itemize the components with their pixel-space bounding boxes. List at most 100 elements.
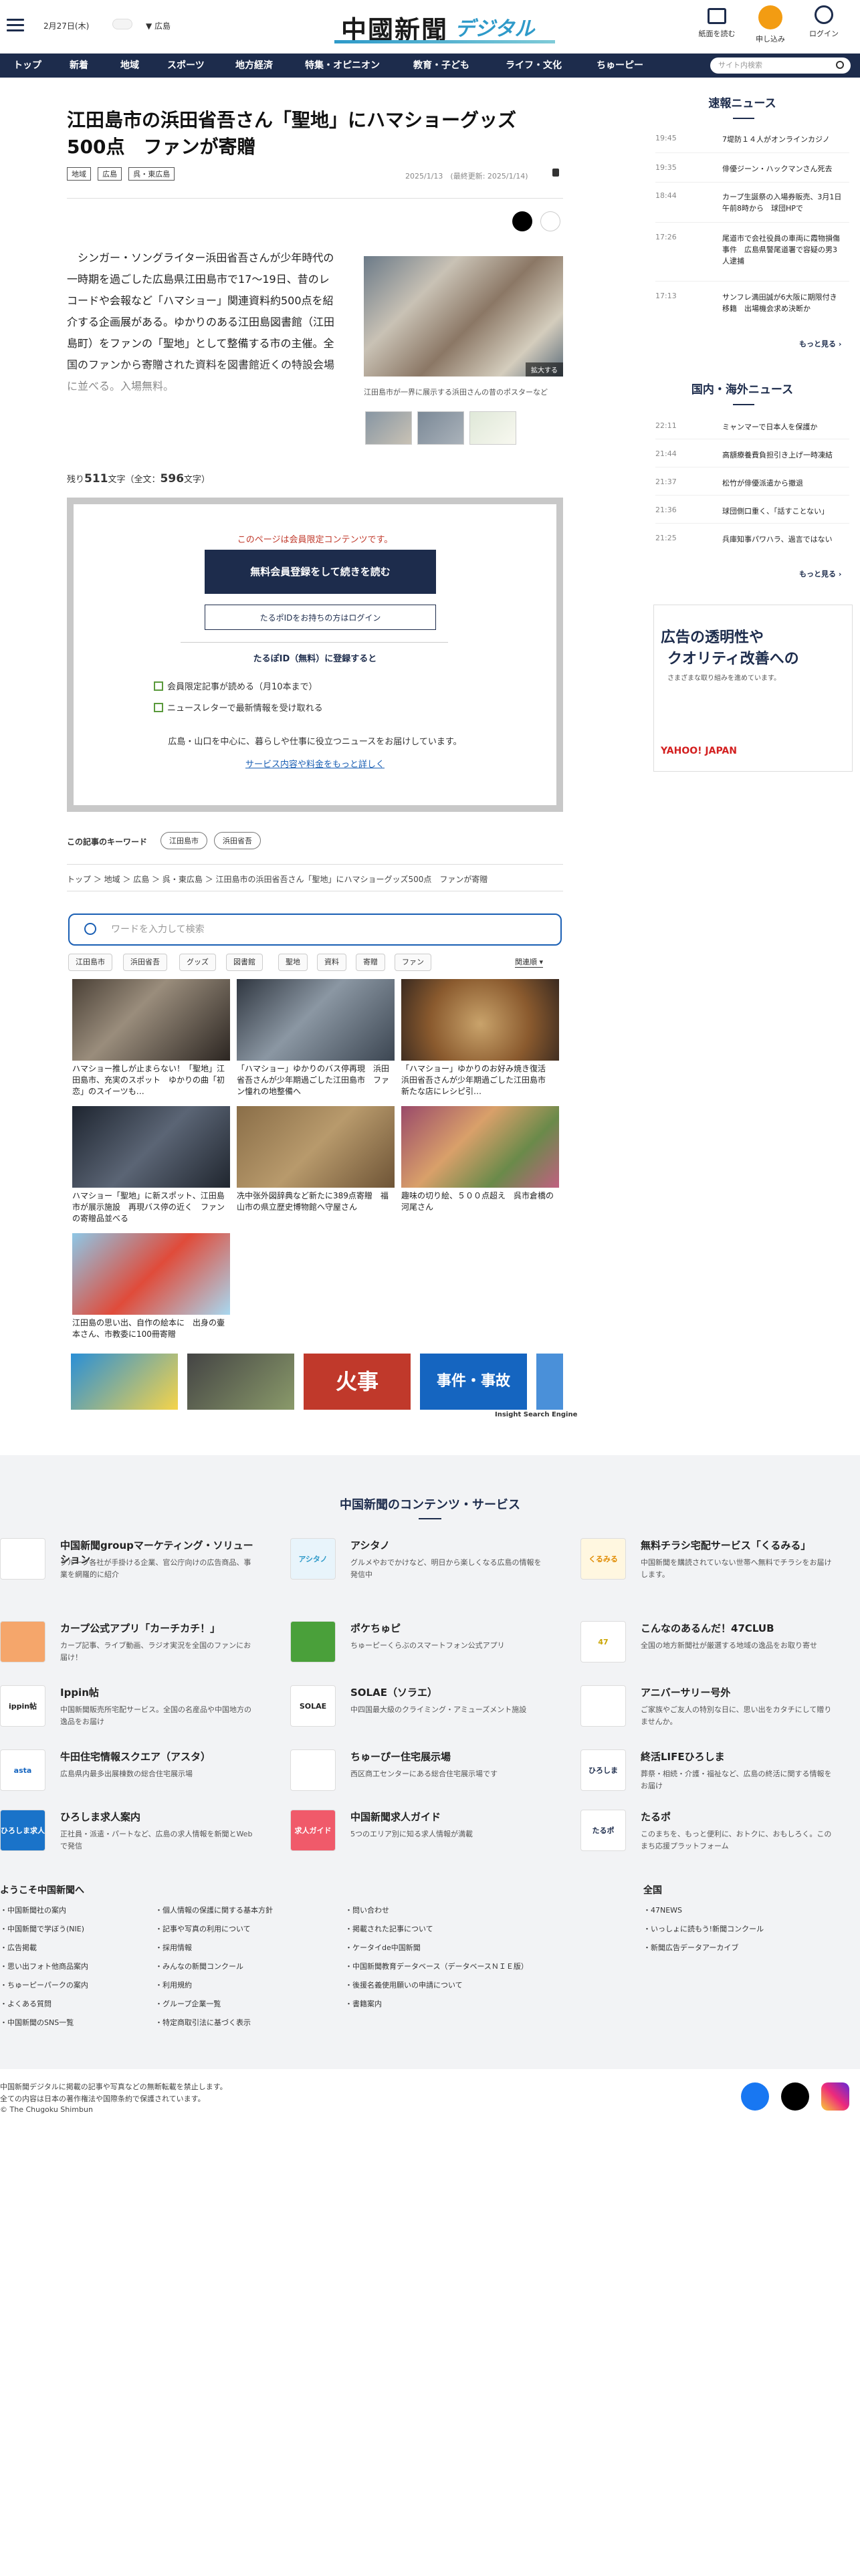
footer-link[interactable]: ・特定商取引法に基づく表示 xyxy=(155,2017,251,2028)
related-card[interactable]: 冼中张外図辞典など新たに389点寄贈 福山市の県立歴史博物館へ守屋さん xyxy=(237,1106,395,1213)
card-title: 「ハマショー」ゆかりのバス停再現 浜田省吾さんが少年期過ごした江田島市 ファン憧… xyxy=(237,1064,390,1096)
footer-link[interactable]: ・みんなの新聞コンクール xyxy=(155,1961,243,1971)
article-photo[interactable]: 拡大する xyxy=(364,256,563,377)
incident-banner[interactable]: 事件・事故 xyxy=(420,1354,527,1410)
check-icon xyxy=(154,703,163,712)
instagram-icon[interactable] xyxy=(821,2082,849,2111)
footer-link[interactable]: ・中国新聞で学ぼう(NIE) xyxy=(0,1923,84,1934)
search-chip[interactable]: 図書館 xyxy=(226,954,263,971)
site-search-input[interactable]: サイト内検索 xyxy=(710,58,851,74)
footer-link[interactable]: ・47NEWS xyxy=(643,1905,682,1915)
login-link-button[interactable]: たるポIDをお持ちの方はログイン xyxy=(205,605,436,630)
search-chip[interactable]: 資料 xyxy=(317,954,346,971)
search-chip[interactable]: 聖地 xyxy=(278,954,308,971)
search-chip[interactable]: 浜田省吾 xyxy=(123,954,167,971)
login-button[interactable]: ログイン xyxy=(797,5,851,39)
footer-link[interactable]: ・中国新聞のSNS一覧 xyxy=(0,2017,74,2028)
logo-sub: デジタル xyxy=(455,17,535,41)
tag-kure[interactable]: 呉・東広島 xyxy=(128,167,175,181)
related-card[interactable]: 「ハマショー」ゆかりのお好み焼き復活 浜田省吾さんが少年期過ごした江田島市 新た… xyxy=(401,979,559,1097)
nav-opinion[interactable]: 特集・オピニオン xyxy=(297,53,388,78)
related-card[interactable]: ハマショー推しが止まらない！「聖地」江田島市、充実のスポット ゆかりの曲「初恋」… xyxy=(72,979,230,1097)
search-chip[interactable]: ファン xyxy=(395,954,431,971)
related-search-input[interactable]: ワードを入力して検索 xyxy=(68,914,562,946)
main-nav: トップ 新着 地域 スポーツ 地方経済 特集・オピニオン 教育・子ども ライフ・… xyxy=(0,53,860,78)
related-card[interactable]: 「ハマショー」ゆかりのバス停再現 浜田省吾さんが少年期過ごした江田島市 ファン憧… xyxy=(237,979,395,1097)
footer-link[interactable]: ・中国新聞教育データベース（データベースＮＩＥ版） xyxy=(345,1961,528,1971)
service-desc: 5つのエリア別に知る求人情報が満載 xyxy=(350,1830,473,1838)
footer-link[interactable]: ・利用規約 xyxy=(155,1979,192,1990)
card-title: 冼中张外図辞典など新たに389点寄贈 福山市の県立歴史博物館へ守屋さん xyxy=(237,1191,389,1212)
footer-link[interactable]: ・後援名義使用願いの申請について xyxy=(345,1979,463,1990)
nav-sports[interactable]: スポーツ xyxy=(159,53,213,78)
banner[interactable] xyxy=(187,1354,294,1410)
fire-banner[interactable]: 火事 xyxy=(304,1354,411,1410)
nav-region[interactable]: 地域 xyxy=(112,53,147,78)
newspaper-button[interactable]: 紙面を読む xyxy=(690,5,744,39)
region-selector[interactable]: ▼ 広島 xyxy=(146,20,171,31)
link-copy-icon[interactable] xyxy=(540,211,560,231)
banner[interactable] xyxy=(71,1354,178,1410)
news-title: カープ生誕祭の入場券販売、3月1日午前8時から 球団HPで xyxy=(722,193,842,213)
footer-link[interactable]: ・グループ企業一覧 xyxy=(155,1998,221,2009)
register-button[interactable]: 無料会員登録をして続きを読む xyxy=(205,550,436,594)
footer-link[interactable]: ・思い出フォト他商品案内 xyxy=(0,1961,88,1971)
keyword-chip[interactable]: 浜田省吾 xyxy=(214,832,261,849)
related-card[interactable]: 趣味の切り絵、５００点超え 呉市倉橋の河尾さん xyxy=(401,1106,559,1213)
footer-link[interactable]: ・採用情報 xyxy=(155,1942,192,1953)
nav-chupy[interactable]: ちゅーピー xyxy=(588,53,651,78)
nav-education[interactable]: 教育・子ども xyxy=(405,53,477,78)
footer-link[interactable]: ・掲載された記事について xyxy=(345,1923,433,1934)
breadcrumb[interactable]: トップ ＞ 地域 ＞ 広島 ＞ 呉・東広島 ＞ 江田島市の浜田省吾さん「聖地」に… xyxy=(67,873,488,885)
footer-link[interactable]: ・個人情報の保護に関する基本方針 xyxy=(155,1905,273,1915)
nav-life[interactable]: ライフ・文化 xyxy=(498,53,570,78)
apply-button[interactable]: 申し込み xyxy=(744,5,797,44)
footer-link[interactable]: ・書籍案内 xyxy=(345,1998,382,2009)
service-desc: 正社員・派遣・パートなど、広島の求人情報を新聞とWebで発信 xyxy=(60,1830,253,1850)
x-share-icon[interactable] xyxy=(512,211,532,231)
footer-link[interactable]: ・広告掲載 xyxy=(0,1942,37,1953)
facebook-icon[interactable] xyxy=(741,2082,769,2111)
search-icon[interactable] xyxy=(836,61,844,69)
service-details-link[interactable]: サービス内容や料金をもっと詳しく xyxy=(74,757,556,770)
search-chip[interactable]: 寄贈 xyxy=(356,954,385,971)
nav-economy[interactable]: 地方経済 xyxy=(227,53,281,78)
footer-link[interactable]: ・記事や写真の利用について xyxy=(155,1923,251,1934)
menu-icon[interactable] xyxy=(7,19,24,32)
sort-select[interactable]: 関連順 ▾ xyxy=(515,956,544,968)
footer-link[interactable]: ・よくある質問 xyxy=(0,1998,51,2009)
copyright-2: 全ての内容は日本の著作権法や国際条約で保護されています。 xyxy=(0,2095,205,2103)
tag-hiroshima[interactable]: 広島 xyxy=(98,167,122,181)
footer-link[interactable]: ・いっしょに読もう!新聞コンクール xyxy=(643,1923,764,1934)
more-intl-link[interactable]: もっと見る › xyxy=(799,568,841,579)
photo-thumb[interactable] xyxy=(365,411,412,445)
service-desc: 全国の地方新聞社が厳選する地域の逸品をお取り寄せ xyxy=(641,1641,817,1650)
x-icon[interactable] xyxy=(781,2082,809,2111)
footer-link[interactable]: ・中国新聞社の案内 xyxy=(0,1905,66,1915)
keyword-chip[interactable]: 江田島市 xyxy=(160,832,207,849)
search-chip[interactable]: グッズ xyxy=(179,954,216,971)
card-title: 江田島の思い出、自作の絵本に 出身の壷本さん、市教委に100冊寄贈 xyxy=(72,1318,225,1339)
card-image xyxy=(401,1106,559,1188)
more-news-link[interactable]: もっと見る › xyxy=(799,338,841,349)
related-card[interactable]: ハマショー「聖地」に新スポット、江田島市が展示施設 再現バス停の近く ファンの寄… xyxy=(72,1106,230,1224)
footer-link[interactable]: ・ケータイde中国新聞 xyxy=(345,1942,421,1953)
photo-thumb[interactable] xyxy=(417,411,464,445)
footer-link[interactable]: ・ちゅーピーパークの案内 xyxy=(0,1979,88,1990)
nav-new[interactable]: 新着 xyxy=(62,53,96,78)
footer-link[interactable]: ・新聞広告データアーカイブ xyxy=(643,1942,738,1953)
service-name: ちゅーぴー住宅展示場 xyxy=(350,1751,451,1763)
banner[interactable] xyxy=(536,1354,563,1410)
news-title: 球団側口重く、「話すことない」 xyxy=(722,507,829,516)
search-chip[interactable]: 江田島市 xyxy=(68,954,112,971)
footer-link[interactable]: ・問い合わせ xyxy=(345,1905,389,1915)
enlarge-button[interactable]: 拡大する xyxy=(526,362,563,377)
tag-region[interactable]: 地域 xyxy=(67,167,91,181)
photo-thumb[interactable] xyxy=(469,411,516,445)
service-name: 中国新聞求人ガイド xyxy=(350,1811,441,1823)
service-desc: 広島県内最多出展棟数の総合住宅展示場 xyxy=(60,1769,193,1778)
related-card[interactable]: 江田島の思い出、自作の絵本に 出身の壷本さん、市教委に100冊寄贈 xyxy=(72,1233,230,1340)
site-logo[interactable]: 中國新聞 デジタル xyxy=(334,5,555,45)
nav-top[interactable]: トップ xyxy=(5,53,49,78)
yahoo-ad[interactable]: 広告の透明性や クオリティ改善への さまざまな取り組みを進めています。 YAHO… xyxy=(653,605,853,772)
